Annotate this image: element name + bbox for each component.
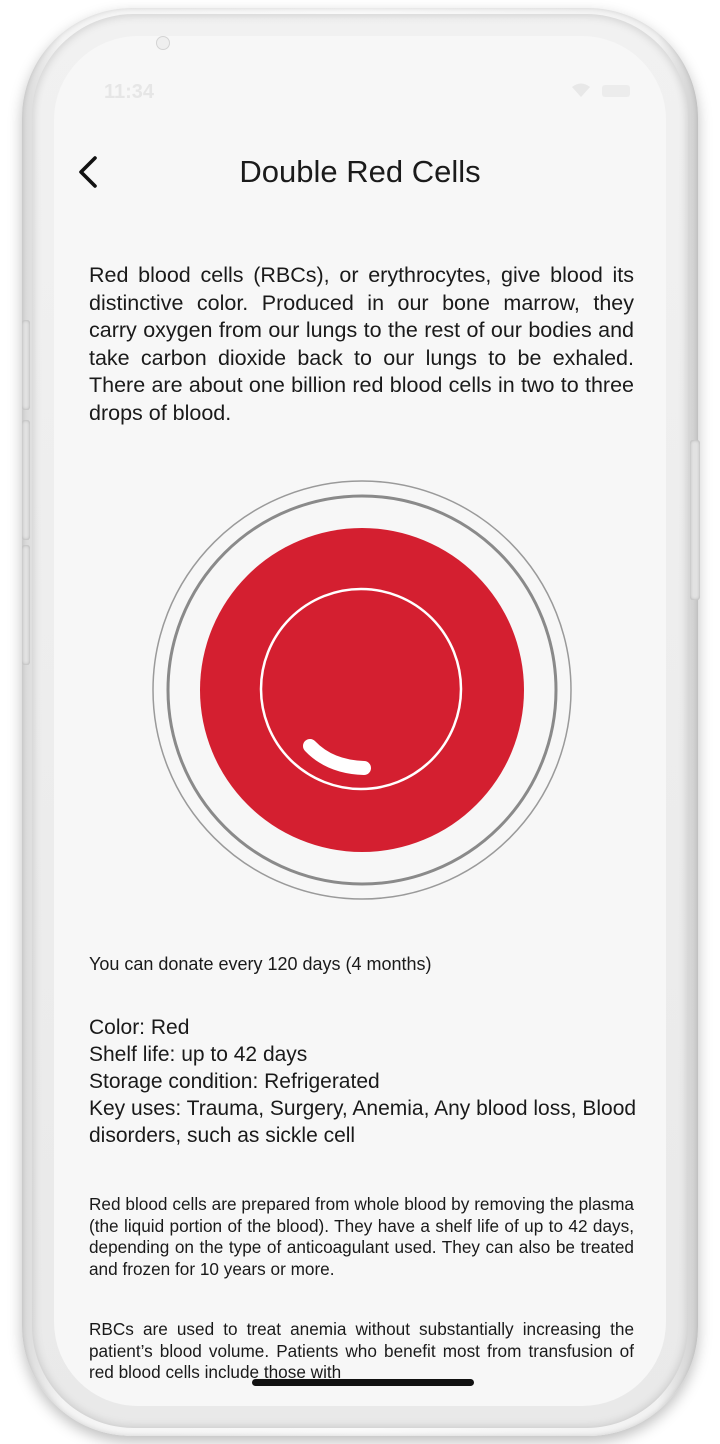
volume-down-button [22,545,30,665]
intro-text: Red blood cells (RBCs), or erythrocytes,… [89,263,634,425]
facts-list: Color: Red Shelf life: up to 42 days Sto… [89,1014,649,1149]
description-paragraph: RBCs are used to treat anemia without su… [89,1319,634,1382]
power-button [690,440,700,600]
back-button[interactable] [72,154,108,190]
fact-key-uses: Key uses: Trauma, Surgery, Anemia, Any b… [89,1097,637,1147]
status-icons [570,82,640,98]
volume-up-button [22,420,30,540]
red-blood-cell-icon [152,480,572,900]
battery-icon [602,85,630,97]
fact-color: Color: Red [89,1016,190,1039]
chevron-left-icon [79,156,97,188]
description-paragraph: Red blood cells are prepared from whole … [89,1194,634,1279]
cell-disc [200,528,524,852]
fact-storage: Storage condition: Refrigerated [89,1070,380,1093]
donation-interval: You can donate every 120 days (4 months) [89,954,432,974]
side-button [22,320,30,410]
page-title: Double Red Cells [239,154,481,189]
home-indicator[interactable] [252,1379,474,1386]
fact-shelf-life: Shelf life: up to 42 days [89,1043,308,1066]
front-camera [156,36,170,50]
wifi-icon [570,82,592,103]
status-time: 11:34 [104,81,155,103]
